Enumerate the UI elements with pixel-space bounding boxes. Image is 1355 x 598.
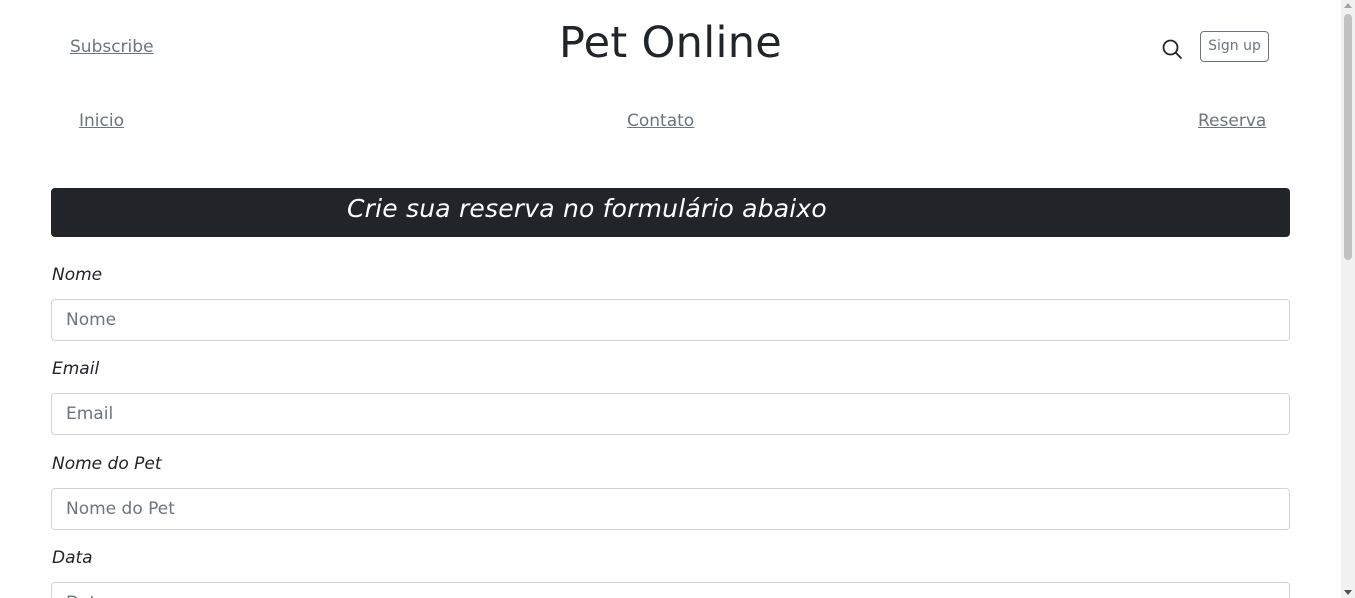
page-scrollbar[interactable]	[1341, 0, 1355, 598]
email-label: Email	[52, 359, 100, 379]
nome-do-pet-field[interactable]	[51, 488, 1290, 530]
nav-link-inicio[interactable]: Inicio	[79, 111, 124, 131]
email-input[interactable]	[52, 394, 1289, 434]
page: Subscribe Pet Online Sign up Inicio Cont…	[0, 0, 1355, 598]
email-field[interactable]	[51, 393, 1290, 435]
nome-do-pet-input[interactable]	[52, 489, 1289, 529]
scroll-down-arrow-icon[interactable]	[1344, 590, 1352, 595]
form-banner: Crie sua reserva no formulário abaixo	[51, 188, 1290, 237]
nome-field[interactable]	[51, 299, 1290, 341]
search-icon[interactable]	[1160, 37, 1184, 61]
data-field[interactable]	[51, 582, 1290, 598]
sign-up-button[interactable]: Sign up	[1200, 31, 1269, 62]
data-input[interactable]	[52, 583, 1289, 598]
scrollbar-thumb[interactable]	[1344, 14, 1352, 260]
nome-do-pet-label: Nome do Pet	[52, 454, 162, 474]
data-label: Data	[52, 548, 93, 568]
banner-heading: Crie sua reserva no formulário abaixo	[347, 194, 827, 223]
nome-input[interactable]	[52, 300, 1289, 340]
scroll-up-arrow-icon[interactable]	[1344, 3, 1352, 8]
nome-label: Nome	[52, 265, 103, 285]
nav-link-contato[interactable]: Contato	[627, 111, 694, 131]
brand-title[interactable]: Pet Online	[0, 17, 1341, 69]
nav-link-reserva[interactable]: Reserva	[1198, 111, 1266, 131]
